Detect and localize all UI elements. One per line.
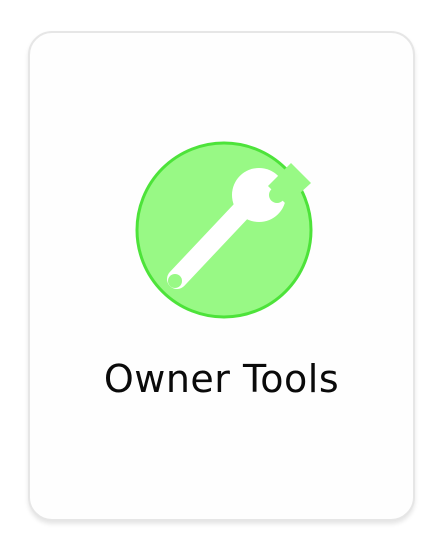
owner-tools-tile[interactable]: Owner Tools xyxy=(28,31,415,521)
tile-label: Owner Tools xyxy=(103,357,340,401)
wrench-icon xyxy=(135,141,313,319)
